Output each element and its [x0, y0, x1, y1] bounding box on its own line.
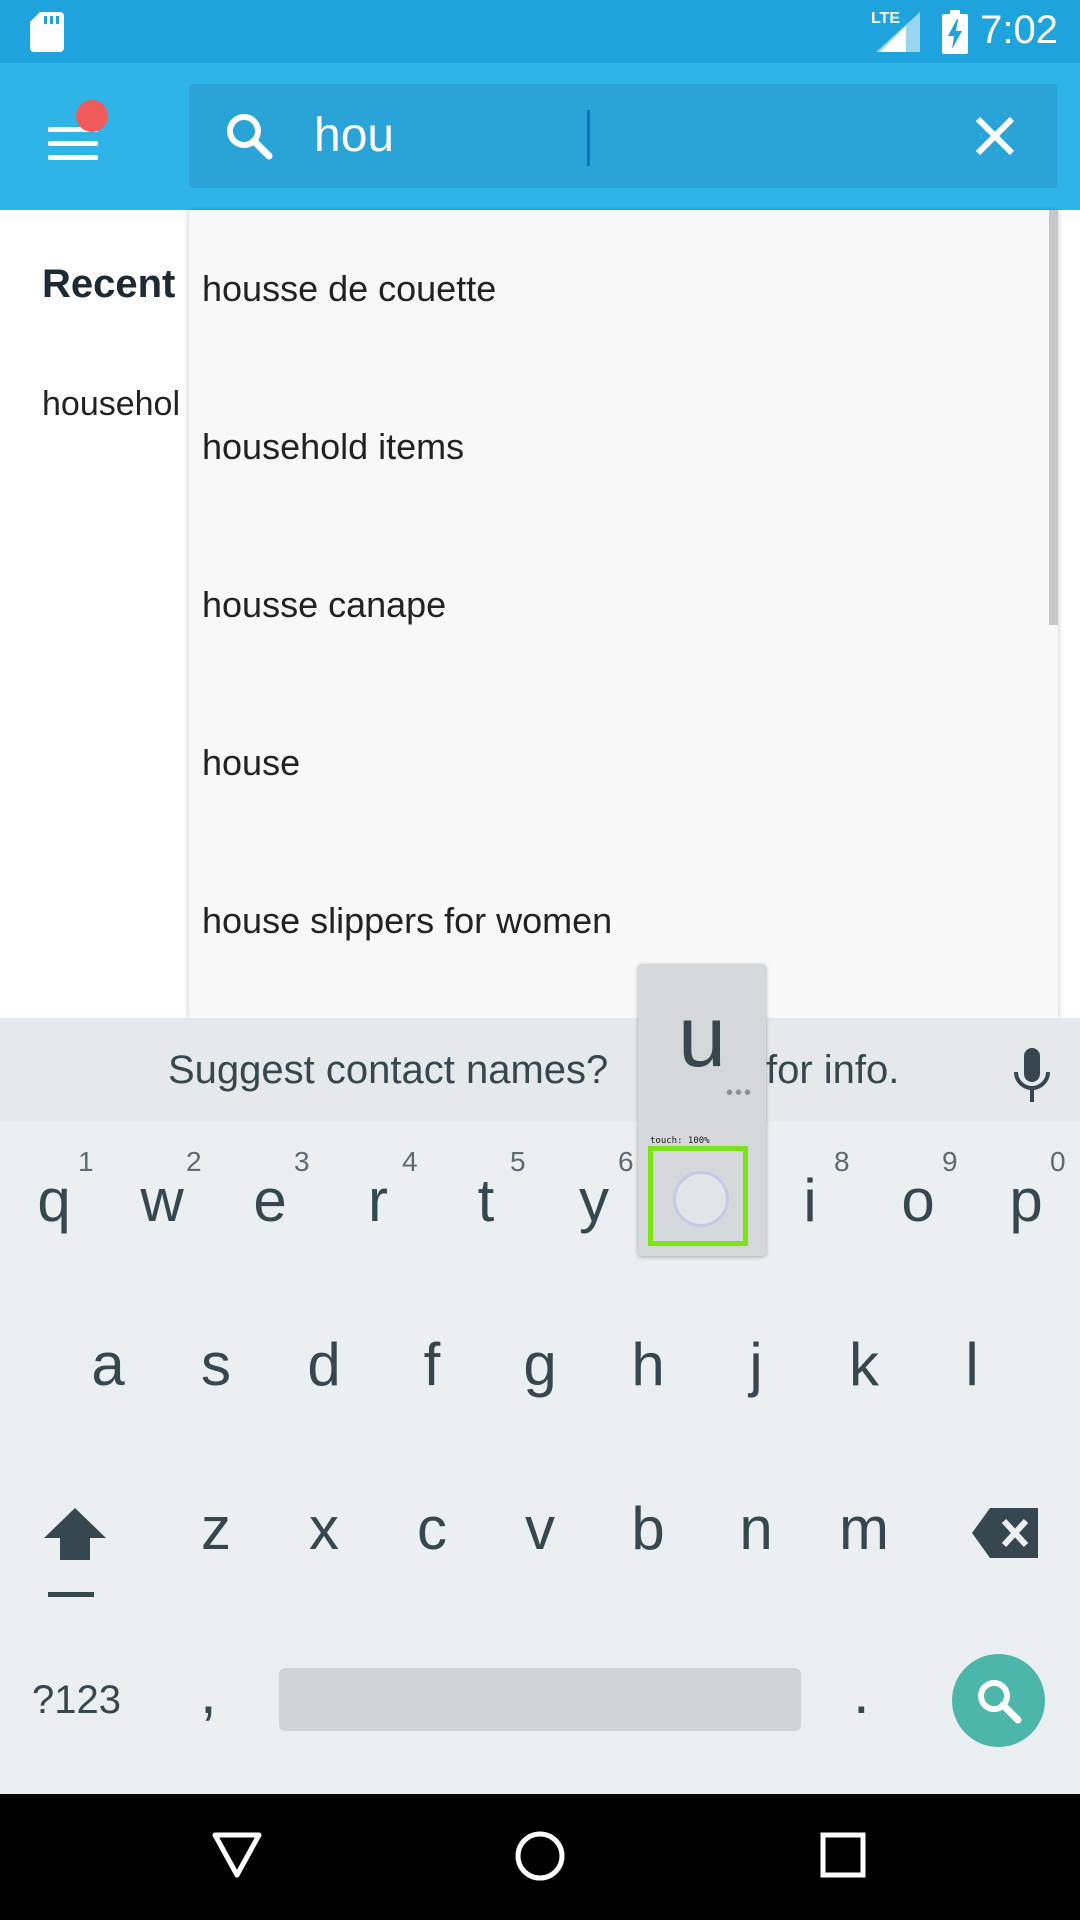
- backspace-icon: [972, 1508, 1038, 1558]
- key-g[interactable]: g: [500, 1330, 580, 1399]
- text-cursor: [587, 110, 590, 166]
- touch-target-box[interactable]: [648, 1146, 748, 1246]
- suggestion-item[interactable]: household items: [189, 368, 1049, 526]
- suggestion-item[interactable]: housse canape: [189, 526, 1049, 684]
- key-c[interactable]: c: [392, 1494, 472, 1563]
- suggestion-item[interactable]: house: [189, 684, 1049, 842]
- suggestion-strip-text-right: for info.: [766, 1048, 900, 1092]
- key-f[interactable]: f: [392, 1330, 472, 1399]
- shift-key[interactable]: [44, 1508, 106, 1608]
- key-x[interactable]: x: [284, 1494, 364, 1563]
- key-preview-popup: u ••• touch: 100%: [638, 964, 766, 1256]
- symbols-key[interactable]: ?123: [32, 1678, 121, 1723]
- key-j[interactable]: j: [716, 1330, 796, 1399]
- keyboard-suggestion-strip[interactable]: Suggest contact names? for info.: [0, 1018, 1080, 1122]
- more-keys-dots: •••: [726, 1082, 754, 1104]
- search-icon: [227, 114, 273, 160]
- notification-dot: [76, 100, 108, 132]
- key-hint: 1: [78, 1146, 94, 1177]
- key-k[interactable]: k: [824, 1330, 904, 1399]
- search-icon: [978, 1680, 1022, 1724]
- signal-icon: [876, 12, 920, 52]
- key-hint: 0: [1050, 1146, 1066, 1177]
- back-icon[interactable]: [212, 1832, 262, 1878]
- touch-point: [673, 1171, 729, 1227]
- key-a[interactable]: a: [68, 1330, 148, 1399]
- touch-indicator-label: touch: 100%: [650, 1136, 710, 1146]
- shift-underline: [48, 1592, 94, 1597]
- key-hint: 2: [186, 1146, 202, 1177]
- status-time: 7:02: [980, 8, 1058, 52]
- status-bar: LTE 7:02: [0, 0, 1080, 63]
- recents-icon[interactable]: [820, 1832, 866, 1878]
- key-s[interactable]: s: [176, 1330, 256, 1399]
- key-hint: 4: [402, 1146, 418, 1177]
- microphone-icon[interactable]: [1012, 1048, 1052, 1104]
- space-bar[interactable]: [279, 1668, 801, 1731]
- close-icon[interactable]: [974, 115, 1016, 157]
- preview-letter: u: [678, 989, 726, 1085]
- navigation-bar: [0, 1794, 1080, 1920]
- suggestion-strip-text[interactable]: Suggest contact names?: [168, 1048, 608, 1093]
- keyboard-search-key[interactable]: [952, 1654, 1045, 1747]
- battery-charging-icon: [942, 10, 968, 54]
- key-hint: 8: [834, 1146, 850, 1177]
- key-hint: 9: [942, 1146, 958, 1177]
- search-box[interactable]: hou: [189, 84, 1057, 188]
- key-v[interactable]: v: [500, 1494, 580, 1563]
- home-icon[interactable]: [514, 1830, 566, 1882]
- backspace-key[interactable]: [972, 1508, 1038, 1558]
- suggestion-list: housse de couette household items housse…: [189, 210, 1058, 1018]
- keyboard: Suggest contact names? for info. q w e r…: [0, 1018, 1080, 1794]
- search-input[interactable]: hou: [314, 106, 914, 166]
- suggestion-item[interactable]: housse de couette: [189, 210, 1049, 368]
- key-n[interactable]: n: [716, 1494, 796, 1563]
- key-l[interactable]: l: [932, 1330, 1012, 1399]
- key-b[interactable]: b: [608, 1494, 688, 1563]
- key-m[interactable]: m: [824, 1494, 904, 1563]
- sd-card-icon: [30, 12, 64, 52]
- recent-search-item[interactable]: househol: [42, 385, 180, 424]
- shift-icon: [44, 1508, 106, 1560]
- key-z[interactable]: z: [176, 1494, 256, 1563]
- recent-heading: Recent: [42, 262, 176, 306]
- key-h[interactable]: h: [608, 1330, 688, 1399]
- period-key[interactable]: .: [853, 1658, 870, 1727]
- key-hint: 6: [618, 1146, 634, 1177]
- key-d[interactable]: d: [284, 1330, 364, 1399]
- comma-key[interactable]: ,: [200, 1658, 217, 1727]
- key-hint: 3: [294, 1146, 310, 1177]
- scrollbar-thumb[interactable]: [1049, 210, 1058, 625]
- key-hint: 5: [510, 1146, 526, 1177]
- suggestion-item[interactable]: house slippers for women: [189, 842, 1049, 1000]
